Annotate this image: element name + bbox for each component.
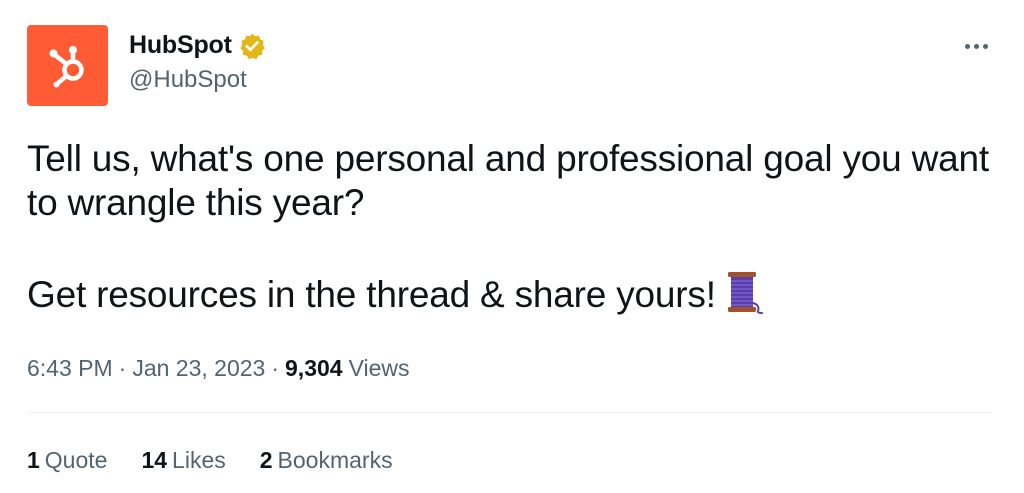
bookmarks-count: 2 — [259, 447, 273, 473]
meta-separator: · — [118, 355, 127, 381]
tweet-meta: 6:43 PM · Jan 23, 2023 · 9,304 Views — [27, 355, 410, 382]
quotes-label: Quote — [44, 447, 108, 473]
tweet-text: Tell us, what's one personal and profess… — [27, 137, 1007, 325]
engagement-stats: 1 Quote 14 Likes 2 Bookmarks — [27, 447, 393, 474]
hubspot-sprocket-icon — [49, 45, 84, 87]
views-label: Views — [348, 355, 410, 381]
tweet-text-line-1: Tell us, what's one personal and profess… — [27, 138, 989, 223]
quotes-count: 1 — [27, 447, 40, 473]
tweet-time[interactable]: 6:43 PM — [27, 355, 113, 382]
likes-stat[interactable]: 14 Likes — [141, 447, 225, 474]
tweet-text-line-2: Get resources in the thread & share your… — [27, 269, 1007, 325]
author-display-name[interactable]: HubSpot — [129, 31, 232, 60]
likes-count: 14 — [141, 447, 168, 473]
author-name-row: HubSpot — [129, 31, 266, 60]
views-count: 9,304 — [285, 355, 343, 381]
tweet-card: HubSpot @HubSpot Tell us, what's one per… — [0, 0, 1024, 493]
meta-separator: · — [271, 355, 280, 381]
tweet-date[interactable]: Jan 23, 2023 — [132, 355, 265, 382]
more-horizontal-icon — [964, 43, 970, 49]
bookmarks-stat[interactable]: 2 Bookmarks — [260, 447, 393, 474]
bookmarks-label: Bookmarks — [277, 447, 393, 473]
divider — [27, 412, 991, 413]
verified-badge-icon[interactable] — [238, 32, 266, 60]
avatar[interactable] — [27, 25, 108, 106]
likes-label: Likes — [172, 447, 226, 473]
quotes-stat[interactable]: 1 Quote — [27, 447, 107, 474]
spool-of-thread-icon — [722, 269, 766, 325]
more-options-button[interactable] — [961, 34, 991, 58]
author-handle[interactable]: @HubSpot — [129, 66, 247, 94]
